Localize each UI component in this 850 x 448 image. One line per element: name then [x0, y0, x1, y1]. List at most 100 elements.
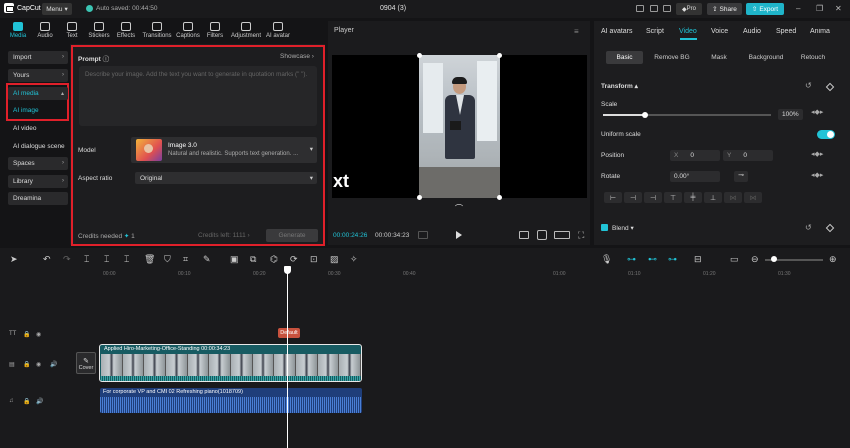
project-title[interactable]: 0904 (3) [380, 5, 406, 12]
rotate-tool-icon[interactable]: ⟳ [290, 254, 298, 265]
stepper-icon[interactable]: ◂◆▸ [811, 108, 823, 116]
sidebar-ai-dialogue[interactable]: AI dialogue scene [8, 140, 68, 153]
shortcut-icon[interactable] [650, 5, 658, 12]
monitor-icon[interactable] [663, 5, 671, 12]
link-icon[interactable]: ⊶ [627, 254, 636, 265]
split-right-icon[interactable]: ⌶ [124, 254, 129, 265]
model-select[interactable]: Image 3.0 Natural and realistic. Support… [131, 137, 317, 163]
preview-axis-icon[interactable]: ⊟ [694, 254, 702, 265]
fullscreen-icon[interactable]: ⛶ [578, 230, 584, 241]
hamburger-icon[interactable]: ≡ [574, 27, 579, 36]
ai-edit-icon[interactable]: ⌬ [270, 254, 278, 265]
flip-icon[interactable]: ⊸ [734, 171, 748, 182]
sidebar-yours[interactable]: Yours › [8, 69, 68, 82]
tool-filters[interactable]: Filters [201, 22, 229, 44]
playhead[interactable] [287, 266, 288, 448]
share-button[interactable]: ⇪ Share [707, 3, 742, 15]
zoom-slider-knob[interactable] [771, 256, 777, 262]
distribute-v-icon[interactable]: ⋈ [744, 192, 762, 203]
image-icon[interactable]: ▣ [230, 254, 239, 265]
crop-icon[interactable] [537, 230, 547, 240]
generate-button[interactable]: Generate [266, 229, 318, 242]
resize-handle[interactable] [417, 53, 422, 58]
subtab-background[interactable]: Background [744, 51, 788, 64]
split-left-icon[interactable]: ⌶ [104, 254, 109, 265]
tool-audio[interactable]: Audio [31, 22, 59, 44]
shield-icon[interactable]: ⛉ [164, 254, 171, 265]
select-tool-icon[interactable]: ➤ [10, 254, 18, 265]
magnet-icon[interactable]: ⊷ [648, 254, 657, 265]
redo-icon[interactable]: ↷ [63, 254, 71, 265]
reset-icon[interactable]: ↺ [805, 81, 812, 90]
scale-slider-knob[interactable] [642, 112, 648, 118]
tool-media[interactable]: Media [4, 22, 32, 44]
resize-handle[interactable] [417, 195, 422, 200]
rotate-handle-icon[interactable]: ⌒ [455, 203, 463, 214]
prompt-input[interactable]: Describe your image. Add the text you wa… [79, 66, 317, 126]
tool-text[interactable]: Text [58, 22, 86, 44]
distribute-h-icon[interactable]: ⋈ [724, 192, 742, 203]
tool-adjustment[interactable]: Adjustment [229, 22, 263, 44]
tool-transitions[interactable]: Transitions [141, 22, 173, 44]
scale-input[interactable]: 100% [778, 109, 803, 120]
play-icon[interactable] [456, 231, 462, 239]
zoom-in-icon[interactable]: ⊕ [829, 254, 837, 265]
lock-icon[interactable]: 🔒 [23, 398, 30, 405]
video-clip[interactable]: Applied Hiro-Marketing-Office-Standing 0… [99, 344, 362, 382]
rotate-input[interactable]: 0.00° [670, 171, 720, 182]
sidebar-ai-media[interactable]: AI media ▴ [8, 87, 68, 100]
microphone-icon[interactable]: 🎙 [601, 254, 612, 265]
sidebar-ai-video[interactable]: AI video [8, 122, 68, 135]
showcase-link[interactable]: Showcase › [280, 53, 314, 60]
linkage-icon[interactable]: ⊶ [668, 254, 677, 265]
sidebar-ai-image[interactable]: AI image [8, 104, 68, 117]
undo-icon[interactable]: ↶ [43, 254, 51, 265]
sidebar-import[interactable]: Import › [8, 51, 68, 64]
sidebar-dreamina[interactable]: Dreamina [8, 192, 68, 205]
layout-icon[interactable] [636, 5, 644, 12]
audio-clip[interactable]: For corporate VP and CMI 02 Refreshing p… [100, 388, 362, 413]
tab-script[interactable]: Script [646, 28, 664, 35]
sparkle-icon[interactable]: ✧ [350, 254, 358, 265]
playhead-handle[interactable] [284, 266, 291, 274]
lock-icon[interactable]: 🔒 [23, 361, 30, 368]
tab-ai-avatars[interactable]: AI avatars [601, 28, 633, 35]
sidebar-spaces[interactable]: Spaces › [8, 157, 68, 170]
magic-icon[interactable]: ✎ [203, 254, 211, 265]
subtitle-icon[interactable]: ▭ [730, 254, 739, 265]
tab-audio[interactable]: Audio [743, 28, 761, 35]
align-bottom-icon[interactable]: ⊥ [704, 192, 722, 203]
sidebar-library[interactable]: Library › [8, 175, 68, 188]
eye-icon[interactable]: ◉ [36, 331, 41, 338]
timeline-ruler[interactable] [100, 268, 850, 278]
tab-speed[interactable]: Speed [776, 28, 796, 35]
align-top-icon[interactable]: ⊤ [664, 192, 682, 203]
stepper-icon[interactable]: ◂◆▸ [811, 171, 823, 179]
ratio-icon[interactable] [554, 231, 570, 239]
text-clip-default[interactable]: Default [278, 328, 300, 338]
timecode-icon[interactable] [418, 231, 428, 239]
close-icon[interactable]: ✕ [835, 4, 842, 13]
minimize-icon[interactable]: – [796, 4, 800, 13]
cover-button[interactable]: ✎ Cover [76, 352, 96, 374]
crop-tool-icon[interactable]: ⌗ [183, 254, 188, 265]
eye-icon[interactable]: ◉ [36, 361, 41, 368]
align-right-icon[interactable]: ⊣ [644, 192, 662, 203]
tab-voice[interactable]: Voice [711, 28, 728, 35]
zoom-out-icon[interactable]: ⊖ [751, 254, 759, 265]
tool-stickers[interactable]: Stickers [85, 22, 113, 44]
export-button[interactable]: ⇧ Export [746, 3, 784, 15]
tool-captions[interactable]: Captions [174, 22, 202, 44]
position-y-input[interactable]: Y0 [723, 150, 773, 161]
video-frame[interactable] [419, 55, 500, 198]
lock-icon[interactable]: 🔒 [23, 331, 30, 338]
align-middle-icon[interactable]: ╪ [684, 192, 702, 203]
aspect-ratio-select[interactable]: Original ▾ [135, 172, 317, 184]
align-center-h-icon[interactable]: ⊣ [624, 192, 642, 203]
split-icon[interactable]: ⌶ [84, 254, 89, 265]
uniform-scale-toggle[interactable] [817, 130, 835, 139]
mask-tool-icon[interactable]: ▨ [330, 254, 339, 265]
maximize-icon[interactable]: ❐ [816, 4, 823, 13]
overlay-text[interactable]: xt [333, 171, 349, 192]
mirror-icon[interactable]: ⧉ [250, 254, 256, 265]
